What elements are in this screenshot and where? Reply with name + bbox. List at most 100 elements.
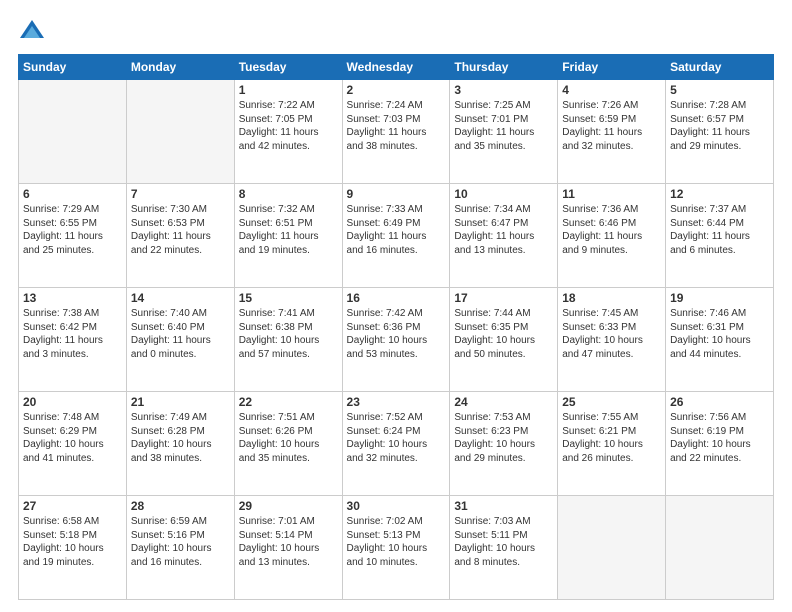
day-cell: 30 Sunrise: 7:02 AM Sunset: 5:13 PM Dayli… bbox=[342, 496, 450, 600]
day-number: 7 bbox=[131, 187, 230, 201]
day-info: Sunrise: 7:40 AM Sunset: 6:40 PM Dayligh… bbox=[131, 307, 230, 361]
day-cell: 8 Sunrise: 7:32 AM Sunset: 6:51 PM Daylig… bbox=[234, 184, 342, 288]
day-info: Sunrise: 7:52 AM Sunset: 6:24 PM Dayligh… bbox=[347, 411, 446, 465]
day-number: 1 bbox=[239, 83, 338, 97]
day-cell: 9 Sunrise: 7:33 AM Sunset: 6:49 PM Daylig… bbox=[342, 184, 450, 288]
day-info: Sunrise: 7:56 AM Sunset: 6:19 PM Dayligh… bbox=[670, 411, 769, 465]
day-cell bbox=[19, 80, 127, 184]
day-number: 2 bbox=[347, 83, 446, 97]
day-cell: 12 Sunrise: 7:37 AM Sunset: 6:44 PM Dayli… bbox=[666, 184, 774, 288]
day-cell: 7 Sunrise: 7:30 AM Sunset: 6:53 PM Daylig… bbox=[126, 184, 234, 288]
day-cell: 11 Sunrise: 7:36 AM Sunset: 6:46 PM Dayli… bbox=[558, 184, 666, 288]
day-info: Sunrise: 7:28 AM Sunset: 6:57 PM Dayligh… bbox=[670, 99, 769, 153]
day-info: Sunrise: 7:02 AM Sunset: 5:13 PM Dayligh… bbox=[347, 515, 446, 569]
day-cell bbox=[126, 80, 234, 184]
day-cell: 3 Sunrise: 7:25 AM Sunset: 7:01 PM Daylig… bbox=[450, 80, 558, 184]
day-info: Sunrise: 7:45 AM Sunset: 6:33 PM Dayligh… bbox=[562, 307, 661, 361]
day-cell: 6 Sunrise: 7:29 AM Sunset: 6:55 PM Daylig… bbox=[19, 184, 127, 288]
day-cell bbox=[558, 496, 666, 600]
day-number: 3 bbox=[454, 83, 553, 97]
day-info: Sunrise: 7:22 AM Sunset: 7:05 PM Dayligh… bbox=[239, 99, 338, 153]
day-number: 30 bbox=[347, 499, 446, 513]
weekday-monday: Monday bbox=[126, 55, 234, 80]
day-info: Sunrise: 7:30 AM Sunset: 6:53 PM Dayligh… bbox=[131, 203, 230, 257]
week-row-5: 27 Sunrise: 6:58 AM Sunset: 5:18 PM Dayli… bbox=[19, 496, 774, 600]
day-info: Sunrise: 7:49 AM Sunset: 6:28 PM Dayligh… bbox=[131, 411, 230, 465]
day-cell: 21 Sunrise: 7:49 AM Sunset: 6:28 PM Dayli… bbox=[126, 392, 234, 496]
day-info: Sunrise: 7:51 AM Sunset: 6:26 PM Dayligh… bbox=[239, 411, 338, 465]
day-cell: 2 Sunrise: 7:24 AM Sunset: 7:03 PM Daylig… bbox=[342, 80, 450, 184]
day-number: 4 bbox=[562, 83, 661, 97]
day-info: Sunrise: 7:48 AM Sunset: 6:29 PM Dayligh… bbox=[23, 411, 122, 465]
day-cell: 5 Sunrise: 7:28 AM Sunset: 6:57 PM Daylig… bbox=[666, 80, 774, 184]
day-info: Sunrise: 7:25 AM Sunset: 7:01 PM Dayligh… bbox=[454, 99, 553, 153]
day-number: 11 bbox=[562, 187, 661, 201]
weekday-saturday: Saturday bbox=[666, 55, 774, 80]
day-cell: 10 Sunrise: 7:34 AM Sunset: 6:47 PM Dayli… bbox=[450, 184, 558, 288]
day-cell: 1 Sunrise: 7:22 AM Sunset: 7:05 PM Daylig… bbox=[234, 80, 342, 184]
day-cell: 4 Sunrise: 7:26 AM Sunset: 6:59 PM Daylig… bbox=[558, 80, 666, 184]
day-cell: 25 Sunrise: 7:55 AM Sunset: 6:21 PM Dayli… bbox=[558, 392, 666, 496]
day-number: 15 bbox=[239, 291, 338, 305]
day-number: 5 bbox=[670, 83, 769, 97]
day-number: 17 bbox=[454, 291, 553, 305]
day-number: 16 bbox=[347, 291, 446, 305]
day-number: 12 bbox=[670, 187, 769, 201]
day-cell: 13Sunrise: 7:38 AM Sunset: 6:42 PM Dayli… bbox=[19, 288, 127, 392]
day-info: Sunrise: 6:58 AM Sunset: 5:18 PM Dayligh… bbox=[23, 515, 122, 569]
weekday-sunday: Sunday bbox=[19, 55, 127, 80]
day-info: Sunrise: 7:01 AM Sunset: 5:14 PM Dayligh… bbox=[239, 515, 338, 569]
day-number: 18 bbox=[562, 291, 661, 305]
day-number: 8 bbox=[239, 187, 338, 201]
day-info: Sunrise: 7:34 AM Sunset: 6:47 PM Dayligh… bbox=[454, 203, 553, 257]
day-cell: 29 Sunrise: 7:01 AM Sunset: 5:14 PM Dayli… bbox=[234, 496, 342, 600]
day-number: 31 bbox=[454, 499, 553, 513]
day-info: Sunrise: 7:37 AM Sunset: 6:44 PM Dayligh… bbox=[670, 203, 769, 257]
weekday-header-row: SundayMondayTuesdayWednesdayThursdayFrid… bbox=[19, 55, 774, 80]
day-info: Sunrise: 7:53 AM Sunset: 6:23 PM Dayligh… bbox=[454, 411, 553, 465]
day-info: Sunrise: 7:24 AM Sunset: 7:03 PM Dayligh… bbox=[347, 99, 446, 153]
weekday-wednesday: Wednesday bbox=[342, 55, 450, 80]
day-number: 27 bbox=[23, 499, 122, 513]
day-number: 6 bbox=[23, 187, 122, 201]
logo bbox=[18, 18, 50, 46]
week-row-1: 1 Sunrise: 7:22 AM Sunset: 7:05 PM Daylig… bbox=[19, 80, 774, 184]
day-number: 10 bbox=[454, 187, 553, 201]
day-cell: 24Sunrise: 7:53 AM Sunset: 6:23 PM Dayli… bbox=[450, 392, 558, 496]
day-info: Sunrise: 7:46 AM Sunset: 6:31 PM Dayligh… bbox=[670, 307, 769, 361]
day-cell: 17 Sunrise: 7:44 AM Sunset: 6:35 PM Dayli… bbox=[450, 288, 558, 392]
day-info: Sunrise: 7:42 AM Sunset: 6:36 PM Dayligh… bbox=[347, 307, 446, 361]
day-number: 22 bbox=[239, 395, 338, 409]
logo-icon bbox=[18, 18, 46, 46]
page: SundayMondayTuesdayWednesdayThursdayFrid… bbox=[0, 0, 792, 612]
day-cell: 22 Sunrise: 7:51 AM Sunset: 6:26 PM Dayli… bbox=[234, 392, 342, 496]
day-info: Sunrise: 7:32 AM Sunset: 6:51 PM Dayligh… bbox=[239, 203, 338, 257]
day-number: 23 bbox=[347, 395, 446, 409]
day-info: Sunrise: 7:33 AM Sunset: 6:49 PM Dayligh… bbox=[347, 203, 446, 257]
day-cell: 26Sunrise: 7:56 AM Sunset: 6:19 PM Dayli… bbox=[666, 392, 774, 496]
day-info: Sunrise: 7:36 AM Sunset: 6:46 PM Dayligh… bbox=[562, 203, 661, 257]
day-number: 25 bbox=[562, 395, 661, 409]
day-number: 28 bbox=[131, 499, 230, 513]
header bbox=[18, 18, 774, 46]
day-info: Sunrise: 7:44 AM Sunset: 6:35 PM Dayligh… bbox=[454, 307, 553, 361]
day-cell: 16 Sunrise: 7:42 AM Sunset: 6:36 PM Dayli… bbox=[342, 288, 450, 392]
day-number: 19 bbox=[670, 291, 769, 305]
day-number: 9 bbox=[347, 187, 446, 201]
day-info: Sunrise: 7:38 AM Sunset: 6:42 PM Dayligh… bbox=[23, 307, 122, 361]
day-cell: 19 Sunrise: 7:46 AM Sunset: 6:31 PM Dayli… bbox=[666, 288, 774, 392]
day-info: Sunrise: 7:55 AM Sunset: 6:21 PM Dayligh… bbox=[562, 411, 661, 465]
day-number: 29 bbox=[239, 499, 338, 513]
weekday-thursday: Thursday bbox=[450, 55, 558, 80]
week-row-3: 13Sunrise: 7:38 AM Sunset: 6:42 PM Dayli… bbox=[19, 288, 774, 392]
day-number: 21 bbox=[131, 395, 230, 409]
day-info: Sunrise: 7:26 AM Sunset: 6:59 PM Dayligh… bbox=[562, 99, 661, 153]
day-cell: 18 Sunrise: 7:45 AM Sunset: 6:33 PM Dayli… bbox=[558, 288, 666, 392]
calendar: SundayMondayTuesdayWednesdayThursdayFrid… bbox=[18, 54, 774, 600]
day-cell: 28Sunrise: 6:59 AM Sunset: 5:16 PM Dayli… bbox=[126, 496, 234, 600]
week-row-4: 20Sunrise: 7:48 AM Sunset: 6:29 PM Dayli… bbox=[19, 392, 774, 496]
day-info: Sunrise: 7:29 AM Sunset: 6:55 PM Dayligh… bbox=[23, 203, 122, 257]
day-info: Sunrise: 7:41 AM Sunset: 6:38 PM Dayligh… bbox=[239, 307, 338, 361]
day-cell: 31 Sunrise: 7:03 AM Sunset: 5:11 PM Dayli… bbox=[450, 496, 558, 600]
day-info: Sunrise: 7:03 AM Sunset: 5:11 PM Dayligh… bbox=[454, 515, 553, 569]
